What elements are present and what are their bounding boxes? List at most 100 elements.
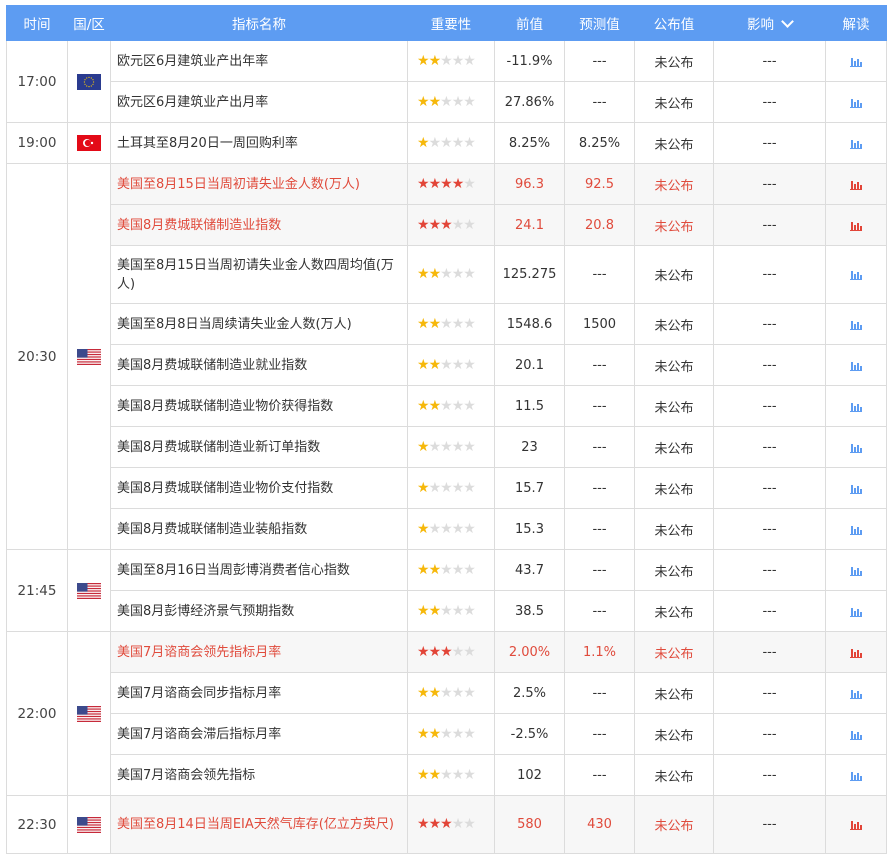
forecast-value: 20.8 [564, 204, 635, 246]
star-icon: ★ [463, 134, 476, 151]
importance-stars: ★★★★★ [407, 344, 495, 386]
country-flag [67, 163, 111, 550]
indicator-name: 美国8月费城联储制造业就业指数 [110, 344, 408, 386]
bar-chart-icon [850, 565, 862, 576]
interpret-link[interactable] [825, 122, 887, 164]
interpret-link[interactable] [825, 508, 887, 550]
star-icon: ★ [417, 52, 430, 69]
interpret-link[interactable] [825, 672, 887, 714]
star-icon: ★ [463, 356, 476, 373]
star-icon: ★ [463, 684, 476, 701]
event-time: 19:00 [6, 122, 68, 164]
previous-value: 27.86% [494, 81, 565, 123]
interpret-link[interactable] [825, 795, 887, 854]
star-icon: ★ [440, 52, 453, 69]
star-icon: ★ [417, 602, 430, 619]
interpret-link[interactable] [825, 631, 887, 673]
interpret-link[interactable] [825, 385, 887, 427]
star-icon: ★ [463, 643, 476, 660]
tr-flag-icon [77, 135, 101, 151]
forecast-value: --- [564, 81, 635, 123]
importance-stars: ★★★★★ [407, 508, 495, 550]
interpret-link[interactable] [825, 467, 887, 509]
impact-value: --- [713, 40, 826, 82]
star-icon: ★ [463, 266, 476, 282]
star-icon: ★ [463, 479, 476, 496]
event-time: 22:30 [6, 795, 68, 854]
star-icon: ★ [417, 479, 430, 496]
indicator-name: 美国7月谘商会领先指标 [110, 754, 408, 796]
star-icon: ★ [463, 93, 476, 110]
table-row: 21:45 美国至8月16日当周彭博消费者信心指数 ★★★★★ 43.7 --- 未公布 -… [6, 549, 887, 632]
previous-value: 15.7 [494, 467, 565, 509]
importance-stars: ★★★★★ [407, 549, 495, 591]
previous-value: 2.00% [494, 631, 565, 673]
interpret-link[interactable] [825, 163, 887, 205]
published-value: 未公布 [634, 81, 714, 123]
us-flag-icon [77, 348, 101, 365]
star-icon: ★ [428, 266, 442, 282]
indicator-name: 美国8月彭博经济景气预期指数 [110, 590, 408, 632]
indicator-name: 欧元区6月建筑业产出年率 [110, 40, 408, 82]
forecast-value: --- [564, 754, 635, 796]
bar-chart-icon [850, 220, 862, 231]
published-value: 未公布 [634, 754, 714, 796]
interpret-link[interactable] [825, 549, 887, 591]
previous-value: 11.5 [494, 385, 565, 427]
forecast-value: --- [564, 40, 635, 82]
interpret-link[interactable] [825, 426, 887, 468]
interpret-link[interactable] [825, 344, 887, 386]
bar-chart-icon [850, 179, 862, 190]
indicator-name: 美国8月费城联储制造业装船指数 [110, 508, 408, 550]
interpret-link[interactable] [825, 245, 887, 304]
star-icon: ★ [440, 725, 453, 742]
event-time: 21:45 [6, 549, 68, 632]
interpret-link[interactable] [825, 204, 887, 246]
interpret-link[interactable] [825, 40, 887, 82]
importance-stars: ★★★★★ [407, 754, 495, 796]
star-icon: ★ [417, 397, 430, 414]
published-value: 未公布 [634, 631, 714, 673]
table-row: 美国7月谘商会滞后指标月率 ★★★★★ -2.5% --- 未公布 --- [7, 713, 887, 755]
interpret-link[interactable] [825, 303, 887, 345]
bar-chart-icon [850, 56, 862, 67]
star-icon: ★ [463, 520, 476, 537]
interpret-link[interactable] [825, 81, 887, 123]
impact-value: --- [713, 344, 826, 386]
forecast-value: --- [564, 672, 635, 714]
star-icon: ★ [417, 315, 430, 332]
table-row: 美国8月费城联储制造业指数 ★★★★★ 24.1 20.8 未公布 --- [7, 204, 887, 246]
impact-value: --- [713, 713, 826, 755]
table-row: 22:00 美国7月谘商会领先指标月率 ★★★★★ 2.00% 1.1% 未公布 --- [6, 631, 887, 796]
star-icon: ★ [451, 561, 465, 578]
bar-chart-icon [850, 606, 862, 617]
published-value: 未公布 [634, 163, 714, 205]
bar-chart-icon [850, 401, 862, 412]
importance-stars: ★★★★★ [407, 590, 495, 632]
table-row: 17:00 欧元区6月建筑业产出年率 ★★★★★ -11.9% --- 未公布 --- [6, 40, 887, 123]
importance-stars: ★★★★★ [407, 631, 495, 673]
forecast-value: --- [564, 344, 635, 386]
interpret-link[interactable] [825, 590, 887, 632]
star-icon: ★ [417, 816, 430, 832]
star-icon: ★ [417, 725, 430, 742]
interpret-link[interactable] [825, 713, 887, 755]
impact-value: --- [713, 204, 826, 246]
previous-value: 580 [494, 795, 565, 854]
forecast-value: --- [564, 426, 635, 468]
bar-chart-icon [850, 647, 862, 658]
previous-value: 8.25% [494, 122, 565, 164]
indicator-name: 美国7月谘商会领先指标月率 [110, 631, 408, 673]
interpret-link[interactable] [825, 754, 887, 796]
star-icon: ★ [440, 561, 453, 578]
us-flag-icon [77, 816, 101, 833]
previous-value: 20.1 [494, 344, 565, 386]
header-impact-dropdown[interactable]: 影响 [713, 5, 826, 41]
impact-value: --- [713, 303, 826, 345]
star-icon: ★ [451, 134, 465, 151]
indicator-name: 美国至8月14日当周EIA天然气库存(亿立方英尺) [110, 795, 408, 854]
importance-stars: ★★★★★ [407, 385, 495, 427]
star-icon: ★ [428, 356, 442, 373]
table-row: 美国8月费城联储制造业装船指数 ★★★★★ 15.3 --- 未公布 --- [7, 508, 887, 550]
star-icon: ★ [440, 134, 453, 151]
